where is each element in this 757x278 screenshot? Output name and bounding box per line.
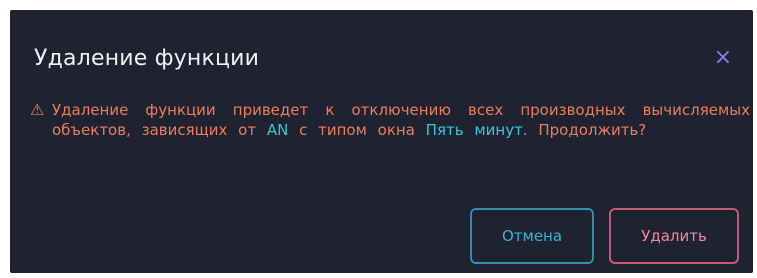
cancel-button[interactable]: Отмена: [470, 208, 594, 264]
delete-function-dialog: Удаление функции × ⚠ Удаление функции пр…: [10, 10, 753, 273]
warning-text: Удаление функции приведет к отключению в…: [52, 100, 750, 140]
delete-button[interactable]: Удалить: [609, 208, 739, 264]
object-name: AN: [266, 121, 289, 139]
warning-text-part3: Продолжить?: [527, 121, 647, 139]
window-type: Пять минут.: [425, 121, 528, 139]
close-icon[interactable]: ×: [711, 46, 735, 70]
dialog-title: Удаление функции: [34, 46, 260, 71]
warning-icon: ⚠: [30, 100, 45, 119]
warning-message: ⚠ Удаление функции приведет к отключению…: [30, 100, 750, 140]
warning-text-part2: с типом окна: [288, 121, 426, 139]
